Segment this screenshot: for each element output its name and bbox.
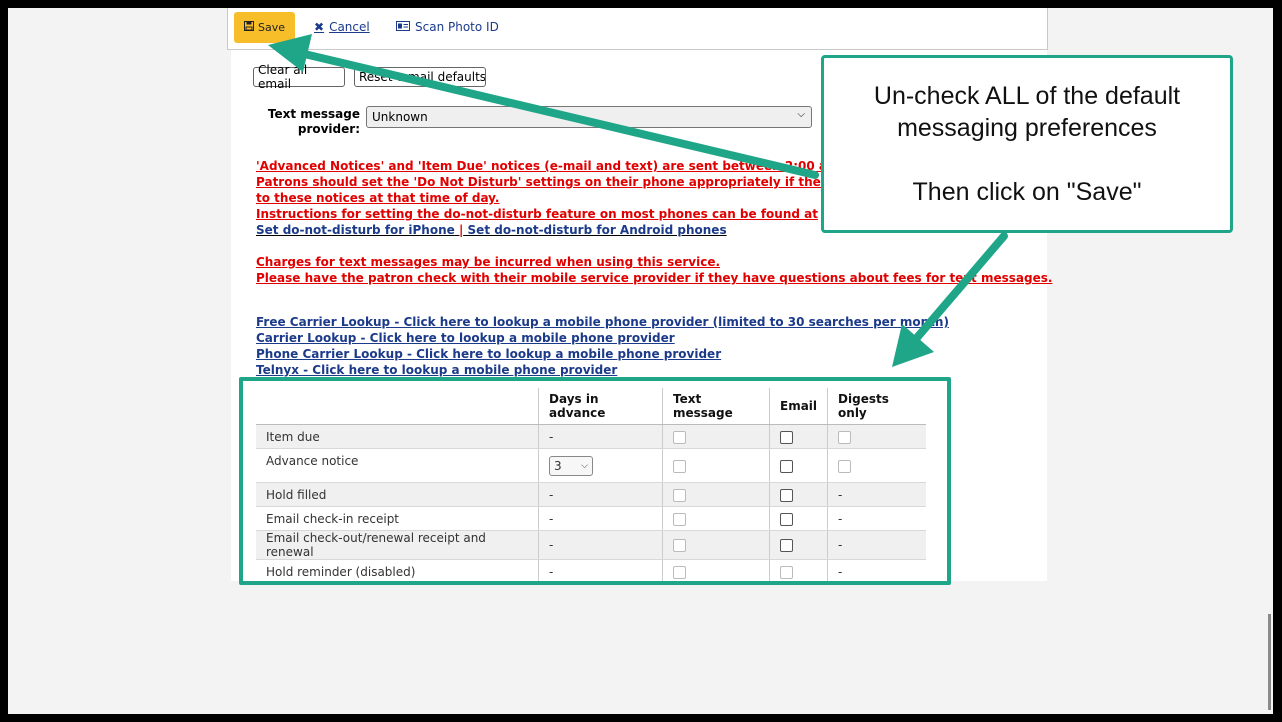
arrow-to-preferences-table [892,232,1008,367]
annotation-arrows [268,34,1008,367]
arrow-to-save-button [268,34,819,179]
